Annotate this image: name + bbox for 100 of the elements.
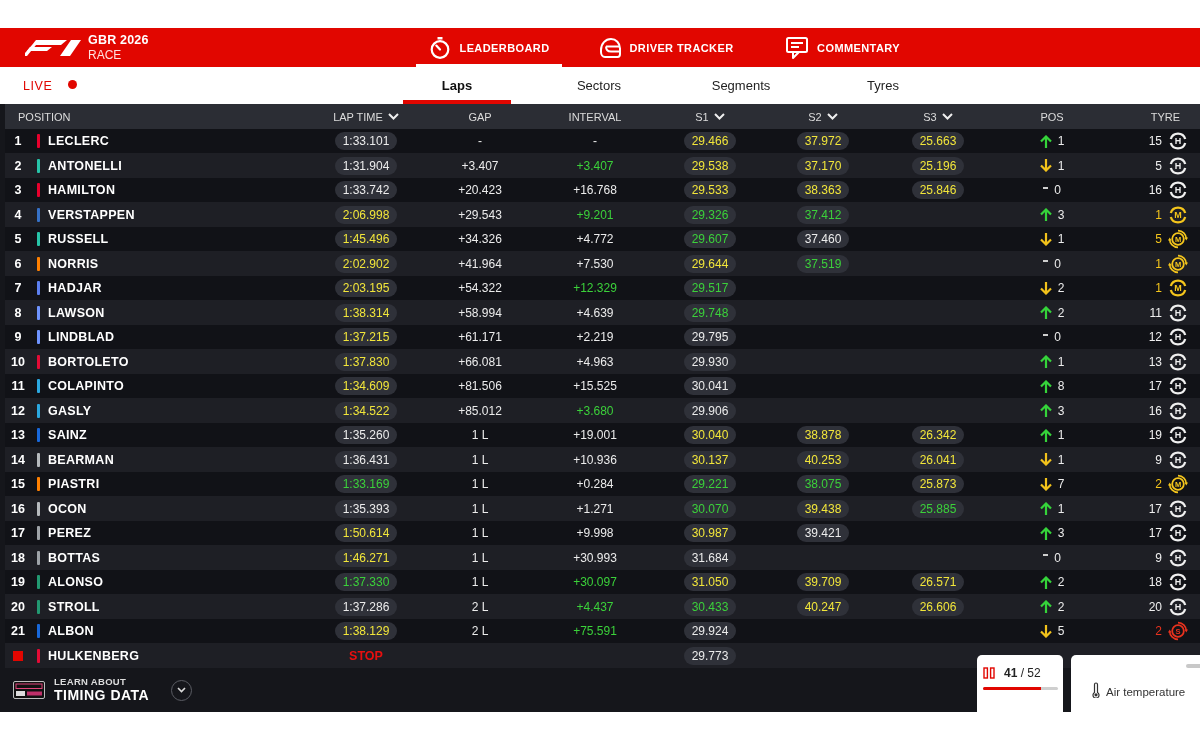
position-change: 2 <box>1057 281 1065 295</box>
driver-name: RUSSELL <box>48 232 109 246</box>
position-change: 0 <box>1054 256 1061 271</box>
interval-value: +30.097 <box>573 575 617 589</box>
lap-time: 1:33.101 <box>334 132 398 150</box>
column-header: INTERVAL <box>568 110 622 123</box>
column-header: TYRE <box>1150 110 1180 123</box>
position-change: 1 <box>1057 354 1065 369</box>
gap-value: +85.012 <box>458 403 502 418</box>
chevron-icon[interactable] <box>826 113 838 120</box>
gap-value: 1 L <box>471 428 489 442</box>
position-change: 1 <box>1057 501 1065 516</box>
view-tab[interactable]: Segments <box>687 67 795 104</box>
chat-icon <box>786 36 809 59</box>
sector-time: 25.663 <box>911 132 965 150</box>
position-change: 2 <box>1057 575 1065 589</box>
position-change: 2 <box>1057 599 1065 614</box>
position-number: 11 <box>10 379 26 393</box>
sector-time: 39.709 <box>796 573 850 591</box>
sector-time: 30.041 <box>683 377 737 395</box>
lap-time: 1:37.330 <box>334 573 398 591</box>
column-header[interactable]: LAP TIME <box>333 110 399 123</box>
position-number: 4 <box>13 207 23 222</box>
column-header[interactable]: S1 <box>695 110 725 123</box>
interval-value: +19.001 <box>573 428 617 442</box>
tyre-laps: 5 <box>1155 158 1162 173</box>
lap-time: 1:37.286 <box>334 597 398 616</box>
gap-value: +58.994 <box>458 305 502 320</box>
tyre-laps: 1 <box>1155 256 1162 271</box>
driver-name: STROLL <box>48 599 100 614</box>
sector-time: 29.773 <box>683 646 737 665</box>
gap-value: +34.326 <box>458 232 502 246</box>
lap-time: 2:03.195 <box>334 279 398 297</box>
tyre-compound: H <box>1168 498 1188 519</box>
footer-overline: LEARN ABOUT <box>54 676 128 687</box>
position-number: 16 <box>10 501 26 516</box>
chevron-icon[interactable] <box>387 113 399 120</box>
chevron-icon <box>177 687 187 693</box>
sector-time: 29.538 <box>683 156 737 175</box>
driver-name: BEARMAN <box>48 452 114 467</box>
helmet-icon <box>598 36 621 59</box>
sector-time: 29.517 <box>683 279 737 297</box>
tyre-compound: H <box>1168 425 1188 445</box>
interval-value: +10.936 <box>573 452 617 467</box>
tyre-laps: 12 <box>1148 330 1162 344</box>
position-change: 2 <box>1057 305 1065 320</box>
chevron-icon[interactable] <box>941 113 953 120</box>
column-header[interactable]: S2 <box>808 110 838 123</box>
tyre-compound: M <box>1168 204 1188 225</box>
interval-value: +0.284 <box>576 477 614 491</box>
sector-time: 40.253 <box>796 450 850 469</box>
interval-value: +9.998 <box>576 526 614 540</box>
lap-time: 1:38.314 <box>334 303 398 322</box>
column-header[interactable]: S3 <box>923 110 953 123</box>
gap-value: 2 L <box>471 624 489 638</box>
sector-time: 25.846 <box>911 181 965 199</box>
lap-time: 1:45.496 <box>334 230 398 248</box>
interval-value: +3.680 <box>576 403 614 418</box>
position-change: 7 <box>1057 477 1065 491</box>
view-tab[interactable]: Tyres <box>829 67 937 104</box>
footer-title: TIMING DATA <box>54 687 150 704</box>
sector-time: 31.684 <box>683 548 737 567</box>
tyre-compound: H <box>1168 449 1188 470</box>
position-change: 0 <box>1054 550 1061 565</box>
driver-name: HAMILTON <box>48 183 116 197</box>
interval-value: +3.407 <box>576 158 614 173</box>
dot-icon <box>67 79 77 89</box>
pause-icon[interactable] <box>983 667 995 679</box>
nav-tab[interactable]: COMMENTARY <box>770 28 916 67</box>
sector-time: 29.906 <box>683 401 737 420</box>
sector-time: 38.363 <box>796 181 850 199</box>
lap-time: 1:36.431 <box>334 450 398 469</box>
position-change: 3 <box>1057 526 1065 540</box>
session-name: RACE <box>88 47 123 63</box>
sector-time: 29.221 <box>683 475 737 493</box>
gap-value: 2 L <box>471 599 489 614</box>
sector-time: 29.795 <box>683 328 737 346</box>
tyre-laps: 5 <box>1155 232 1162 246</box>
tyre-compound: H <box>1168 180 1188 200</box>
sector-time: 25.196 <box>911 156 965 175</box>
lap-time: 1:37.830 <box>334 352 398 371</box>
lap-time: 1:35.393 <box>334 499 398 518</box>
sector-time: 37.519 <box>796 254 850 273</box>
gap-value: +20.423 <box>458 183 502 197</box>
position-number: 19 <box>10 575 26 589</box>
tyre-laps: 2 <box>1155 624 1162 638</box>
sector-time: 37.170 <box>796 156 850 175</box>
gap-value: +29.543 <box>458 207 502 222</box>
lap-time: 1:34.522 <box>334 401 398 420</box>
column-header: GAP <box>468 110 492 123</box>
drag-handle[interactable] <box>1186 664 1200 668</box>
driver-name: ANTONELLI <box>48 158 122 173</box>
view-tab[interactable]: Sectors <box>545 67 653 104</box>
chevron-icon[interactable] <box>713 113 725 120</box>
interval-value: +30.993 <box>573 550 617 565</box>
gap-value: 1 L <box>471 501 489 516</box>
nav-tab[interactable]: DRIVER TRACKER <box>593 28 739 67</box>
tyre-compound: H <box>1168 596 1188 617</box>
event-title: GBR 2026 <box>88 32 149 48</box>
tyre-laps: 17 <box>1148 379 1162 393</box>
